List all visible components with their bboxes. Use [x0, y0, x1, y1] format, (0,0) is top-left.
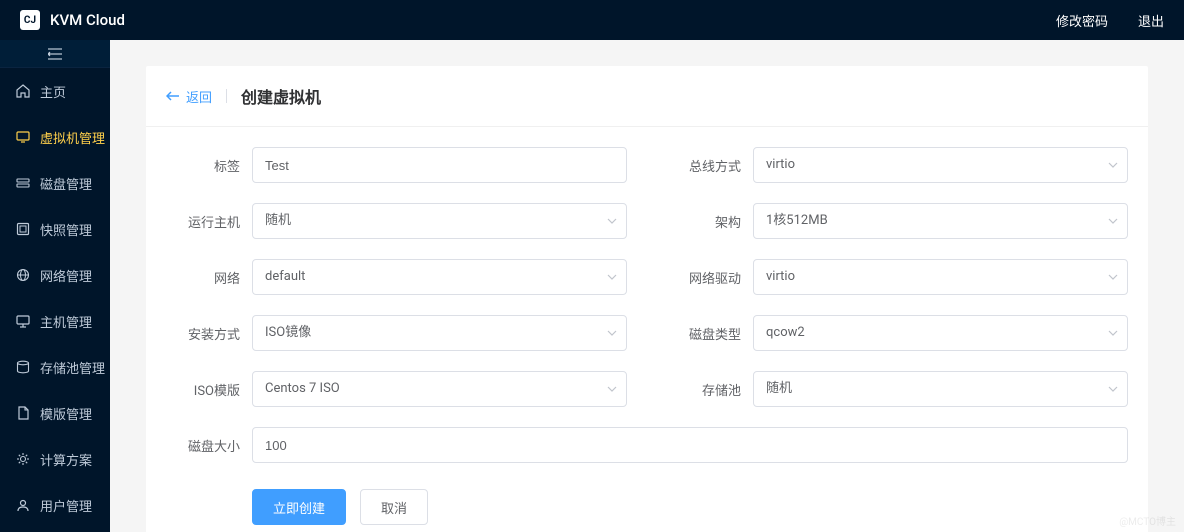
page-title: 创建虚拟机 [241, 84, 321, 108]
sidebar-item-template[interactable]: 模版管理 [0, 390, 110, 436]
net-driver-select[interactable]: virtio [753, 259, 1128, 295]
header-right: 修改密码 退出 [1056, 11, 1164, 30]
template-icon [16, 406, 30, 420]
install-select[interactable]: ISO镜像 [252, 315, 627, 351]
back-label: 返回 [186, 87, 212, 106]
sidebar-item-home[interactable]: 主页 [0, 68, 110, 114]
host-label: 运行主机 [166, 212, 240, 231]
tag-label: 标签 [166, 156, 240, 175]
back-link[interactable]: 返回 [166, 87, 212, 106]
sidebar-item-label: 存储池管理 [40, 358, 105, 377]
sidebar-item-host[interactable]: 主机管理 [0, 298, 110, 344]
sidebar-item-label: 主页 [40, 82, 66, 101]
tag-input[interactable] [252, 147, 627, 183]
sidebar-item-label: 虚拟机管理 [40, 128, 105, 147]
pool-select[interactable]: 随机 [753, 371, 1128, 407]
watermark: @MCTO博主 [1119, 513, 1176, 528]
arch-select[interactable]: 1核512MB [753, 203, 1128, 239]
bus-select[interactable]: virtio [753, 147, 1128, 183]
bus-label: 总线方式 [667, 156, 741, 175]
sidebar-toggle-button[interactable] [0, 40, 110, 68]
cancel-button[interactable]: 取消 [360, 489, 428, 525]
app-header: CJ KVM Cloud 修改密码 退出 [0, 0, 1184, 40]
sidebar-item-label: 模版管理 [40, 404, 92, 423]
card-header: 返回 创建虚拟机 [146, 66, 1148, 127]
logout-link[interactable]: 退出 [1138, 11, 1164, 30]
create-button[interactable]: 立即创建 [252, 489, 346, 525]
network-label: 网络 [166, 268, 240, 287]
home-icon [16, 84, 30, 98]
host-icon [16, 314, 30, 328]
form-body: 标签 总线方式 virtio 运行主机 [146, 127, 1148, 532]
menu-collapse-icon [48, 48, 62, 60]
sidebar: 主页虚拟机管理磁盘管理快照管理网络管理主机管理存储池管理模版管理计算方案用户管理 [0, 40, 110, 532]
disk-type-select[interactable]: qcow2 [753, 315, 1128, 351]
brand-title: KVM Cloud [50, 11, 125, 29]
sidebar-item-label: 计算方案 [40, 450, 92, 469]
snapshot-icon [16, 222, 30, 236]
sidebar-item-label: 快照管理 [40, 220, 92, 239]
install-label: 安装方式 [166, 324, 240, 343]
iso-label: ISO模版 [166, 380, 240, 399]
sidebar-item-network[interactable]: 网络管理 [0, 252, 110, 298]
compute-icon [16, 452, 30, 466]
iso-select[interactable]: Centos 7 ISO [252, 371, 627, 407]
net-driver-label: 网络驱动 [667, 268, 741, 287]
sidebar-item-label: 网络管理 [40, 266, 92, 285]
sidebar-item-label: 用户管理 [40, 496, 92, 515]
disk-type-label: 磁盘类型 [667, 324, 741, 343]
sidebar-item-monitor[interactable]: 虚拟机管理 [0, 114, 110, 160]
host-select[interactable]: 随机 [252, 203, 627, 239]
sidebar-item-label: 磁盘管理 [40, 174, 92, 193]
user-icon [16, 498, 30, 512]
sidebar-item-disk[interactable]: 磁盘管理 [0, 160, 110, 206]
storage-icon [16, 360, 30, 374]
disk-size-input[interactable] [252, 427, 1128, 463]
sidebar-item-label: 主机管理 [40, 312, 92, 331]
network-icon [16, 268, 30, 282]
monitor-icon [16, 130, 30, 144]
network-select[interactable]: default [252, 259, 627, 295]
arrow-left-icon [166, 89, 180, 103]
main-content: 返回 创建虚拟机 标签 总线方式 virtio [110, 40, 1184, 532]
disk-size-label: 磁盘大小 [166, 436, 240, 455]
form-card: 返回 创建虚拟机 标签 总线方式 virtio [146, 66, 1148, 532]
sidebar-item-storage[interactable]: 存储池管理 [0, 344, 110, 390]
sidebar-item-snapshot[interactable]: 快照管理 [0, 206, 110, 252]
pool-label: 存储池 [667, 380, 741, 399]
divider [226, 89, 227, 103]
arch-label: 架构 [667, 212, 741, 231]
logo-icon: CJ [20, 10, 40, 30]
header-left: CJ KVM Cloud [20, 10, 125, 30]
sidebar-item-user[interactable]: 用户管理 [0, 482, 110, 528]
sidebar-item-compute[interactable]: 计算方案 [0, 436, 110, 482]
disk-icon [16, 176, 30, 190]
change-password-link[interactable]: 修改密码 [1056, 11, 1108, 30]
